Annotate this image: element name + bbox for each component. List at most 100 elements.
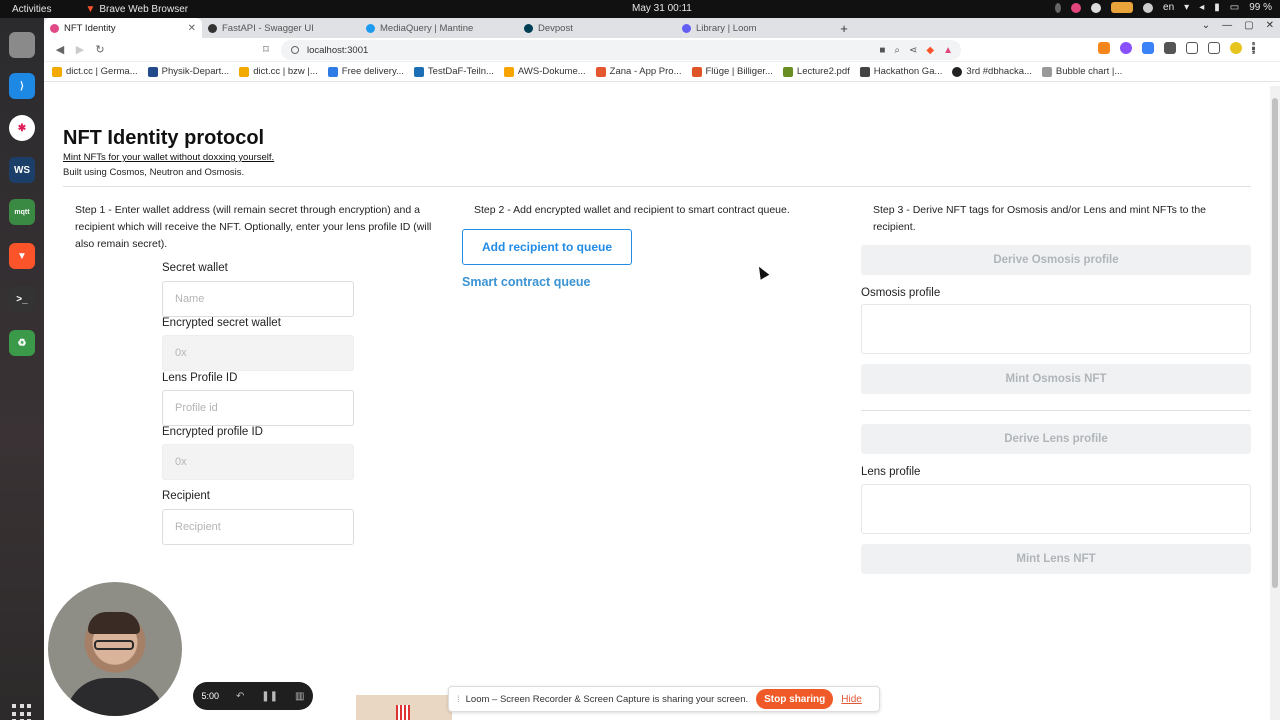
bookmark-item[interactable]: Bubble chart |...: [1041, 66, 1122, 77]
site-info-icon[interactable]: [291, 46, 299, 54]
puzzle-icon[interactable]: [1164, 42, 1176, 54]
tab-nft-identity[interactable]: NFT Identity ✕: [44, 18, 202, 38]
bookmark-favicon: [691, 66, 702, 77]
app-menu[interactable]: ▼ Brave Web Browser: [85, 4, 188, 15]
derive-lens-button[interactable]: Derive Lens profile: [861, 424, 1251, 454]
activities-button[interactable]: Activities: [12, 4, 51, 15]
reload-icon[interactable]: ↻: [90, 43, 110, 56]
system-tray[interactable]: en ▾ ◂ ▮ ▭ 99 %: [1055, 2, 1272, 13]
bookmark-item[interactable]: Physik-Depart...: [147, 66, 229, 77]
brave-icon: ▼: [85, 3, 96, 15]
camera-icon[interactable]: ■: [879, 45, 885, 56]
mint-lens-button[interactable]: Mint Lens NFT: [861, 544, 1251, 574]
brave-app-icon[interactable]: ▼: [9, 243, 35, 269]
back-icon[interactable]: ◀: [50, 43, 70, 56]
close-icon[interactable]: ✕: [188, 23, 196, 34]
webcam-glasses: [94, 640, 134, 650]
pause-icon[interactable]: ❚❚: [261, 691, 278, 702]
encrypted-profile-id-label: Encrypted profile ID: [162, 426, 263, 438]
bookmark-label: 3rd #dbhacka...: [966, 66, 1032, 77]
step3-divider: [861, 410, 1251, 411]
smart-contract-queue-link[interactable]: Smart contract queue: [462, 275, 591, 289]
bookmark-label: Zana - App Pro...: [609, 66, 682, 77]
files-app-icon[interactable]: [9, 32, 35, 58]
secret-wallet-input[interactable]: [162, 281, 354, 317]
stop-sharing-button[interactable]: Stop sharing: [756, 689, 834, 709]
trash-icon[interactable]: ▥: [295, 691, 304, 702]
forward-icon[interactable]: ▶: [70, 43, 90, 56]
page-scrollbar[interactable]: [1270, 86, 1280, 720]
window-controls: ⌄ — ▢ ✕: [1202, 20, 1274, 31]
sidebar-icon[interactable]: [1186, 42, 1198, 54]
slack-app-icon[interactable]: ✱: [9, 115, 35, 141]
brave-rewards-icon[interactable]: ▲: [943, 45, 953, 56]
undo-icon[interactable]: ↶: [236, 691, 244, 702]
lens-profile-id-input[interactable]: [162, 390, 354, 426]
tab-fastapi[interactable]: FastAPI - Swagger UI: [202, 18, 360, 38]
tab-mantine[interactable]: MediaQuery | Mantine: [360, 18, 518, 38]
clock[interactable]: May 31 00:11: [632, 3, 692, 14]
battery-label: 99 %: [1249, 2, 1272, 13]
browser-toolbar: ◀ ▶ ↻ ⌑ localhost:3001 ■ ⌕ ⋖ ◆ ▲: [44, 38, 1280, 62]
page-subtitle: Mint NFTs for your wallet without doxxin…: [63, 152, 275, 163]
new-tab-button[interactable]: +: [834, 18, 854, 38]
tab-search-icon[interactable]: ⌄: [1202, 20, 1210, 31]
bookmark-item[interactable]: Free delivery...: [327, 66, 404, 77]
tab-devpost[interactable]: Devpost: [518, 18, 676, 38]
mqtt-app-icon[interactable]: mqtt: [9, 199, 35, 225]
bookmark-item[interactable]: dict.cc | bzw |...: [239, 66, 318, 77]
trash-app-icon[interactable]: ♻: [9, 330, 35, 356]
webcam-bubble[interactable]: [48, 582, 182, 716]
webstorm-app-icon[interactable]: WS: [9, 157, 35, 183]
bookmark-favicon: [782, 66, 793, 77]
browser-window: NFT Identity ✕ FastAPI - Swagger UI Medi…: [44, 18, 1280, 720]
screen-sharing-bar: ⁞ Loom – Screen Recorder & Screen Captur…: [448, 686, 880, 712]
vscode-app-icon[interactable]: ⟩: [9, 73, 35, 99]
minimize-icon[interactable]: —: [1222, 20, 1232, 31]
menu-icon[interactable]: [1252, 42, 1255, 54]
profile-avatar[interactable]: [1230, 42, 1242, 54]
encrypted-wallet-field: [162, 335, 354, 371]
bookmark-label: AWS-Dokume...: [517, 66, 586, 77]
scrollbar-thumb[interactable]: [1272, 98, 1278, 588]
bookmark-item[interactable]: dict.cc | Germa...: [52, 66, 138, 77]
bookmark-item[interactable]: 3rd #dbhacka...: [952, 66, 1032, 77]
address-bar[interactable]: localhost:3001 ■ ⌕ ⋖ ◆ ▲: [281, 40, 961, 60]
bookmark-item[interactable]: Hackathon Ga...: [859, 66, 942, 77]
brave-shields-icon[interactable]: ◆: [926, 45, 934, 56]
recorder-indicator-icon: [1111, 2, 1134, 13]
add-recipient-button[interactable]: Add recipient to queue: [462, 229, 632, 265]
tab-label: MediaQuery | Mantine: [380, 22, 474, 34]
system-top-bar: Activities ▼ Brave Web Browser May 31 00…: [0, 0, 1280, 18]
encrypted-profile-id-field: [162, 444, 354, 480]
bookmark-item[interactable]: TestDaF-Teiln...: [413, 66, 494, 77]
extension-icon[interactable]: [1120, 42, 1132, 54]
bookmark-item[interactable]: Lecture2.pdf: [782, 66, 850, 77]
close-window-icon[interactable]: ✕: [1266, 20, 1274, 31]
terminal-app-icon[interactable]: >_: [9, 286, 35, 312]
bookmark-favicon: [859, 66, 870, 77]
bookmark-item[interactable]: Zana - App Pro...: [595, 66, 682, 77]
metamask-icon[interactable]: [1098, 42, 1110, 54]
share-icon[interactable]: ⋖: [909, 45, 917, 56]
bookmark-item[interactable]: AWS-Dokume...: [503, 66, 586, 77]
mint-osmosis-button[interactable]: Mint Osmosis NFT: [861, 364, 1251, 394]
bookmark-favicon: [327, 66, 338, 77]
bookmark-icon[interactable]: ⌑: [256, 43, 276, 56]
recipient-input[interactable]: [162, 509, 354, 545]
wallet-icon[interactable]: [1208, 42, 1220, 54]
webcam-hair: [88, 612, 140, 634]
osmosis-profile-label: Osmosis profile: [861, 287, 941, 299]
keplr-icon[interactable]: [1142, 42, 1154, 54]
show-apps-icon[interactable]: [12, 704, 32, 720]
bookmark-item[interactable]: Flüge | Billiger...: [691, 66, 773, 77]
maximize-icon[interactable]: ▢: [1244, 20, 1253, 31]
derive-osmosis-button[interactable]: Derive Osmosis profile: [861, 245, 1251, 275]
tab-loom[interactable]: Library | Loom: [676, 18, 834, 38]
zoom-icon[interactable]: ⌕: [894, 45, 900, 56]
drag-handle-icon[interactable]: ⁞: [457, 694, 460, 705]
sharing-message: Loom – Screen Recorder & Screen Capture …: [465, 693, 749, 705]
tab-strip: NFT Identity ✕ FastAPI - Swagger UI Medi…: [44, 18, 1280, 38]
hide-link[interactable]: Hide: [841, 694, 862, 705]
bookmark-favicon: [52, 66, 62, 77]
